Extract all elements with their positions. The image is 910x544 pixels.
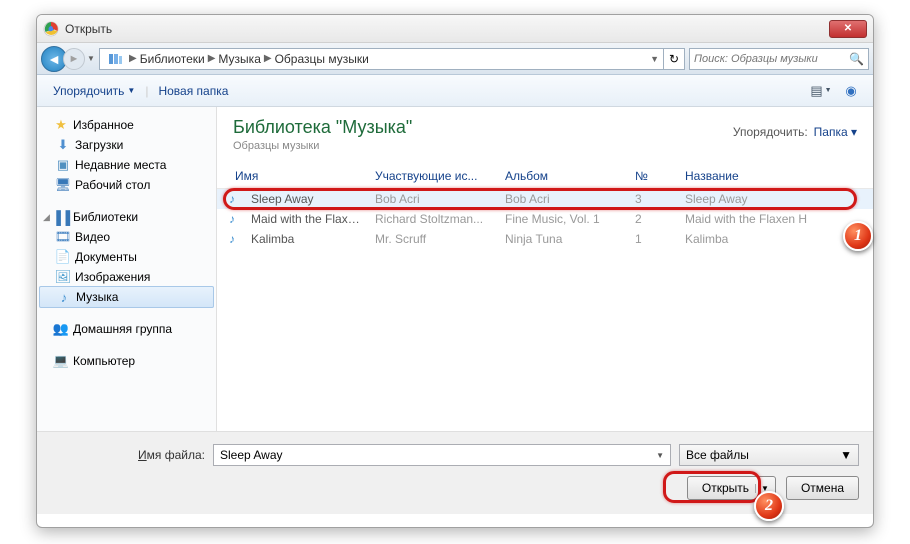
homegroup-icon: 👥 [53, 321, 69, 337]
libraries-icon [107, 51, 123, 67]
recent-icon: ▣ [55, 157, 71, 173]
video-icon: 🎞 [55, 229, 71, 245]
sidebar-downloads[interactable]: ⬇Загрузки [37, 135, 216, 155]
library-subtitle: Образцы музыки [233, 140, 412, 152]
sidebar-images[interactable]: 🖼Изображения [37, 267, 216, 287]
sort-control: Упорядочить: Папка ▾ [733, 125, 857, 139]
breadcrumb-libraries[interactable]: Библиотеки [140, 52, 205, 66]
col-title[interactable]: Название [679, 166, 861, 186]
sort-dropdown[interactable]: Папка ▾ [814, 125, 857, 139]
sidebar-recent[interactable]: ▣Недавние места [37, 155, 216, 175]
breadcrumb-music[interactable]: Музыка [218, 52, 260, 66]
sidebar-documents[interactable]: 📄Документы [37, 247, 216, 267]
desktop-icon: 🖥 [55, 177, 71, 193]
filename-label: Имя файла: [51, 448, 205, 462]
file-dialog: Открыть ✕ ◄ ► ▼ ▶ Библиотеки ▶ Музыка ▶ … [36, 14, 874, 528]
search-icon: 🔍 [849, 52, 864, 66]
col-album[interactable]: Альбом [499, 166, 629, 186]
document-icon: 📄 [55, 249, 71, 265]
libraries-icon: ▐▐ [53, 209, 69, 225]
computer-icon: 💻 [53, 353, 69, 369]
column-headers: Имя Участвующие ис... Альбом № Название [217, 162, 873, 189]
chevron-down-icon: ▼ [127, 86, 135, 95]
sidebar-favorites[interactable]: ★Избранное [37, 115, 216, 135]
search-box[interactable]: 🔍 [689, 48, 869, 70]
main-panel: Библиотека "Музыка" Образцы музыки Упоря… [217, 107, 873, 431]
chevron-right-icon[interactable]: ▶ [208, 53, 216, 64]
chevron-right-icon[interactable]: ▶ [264, 53, 272, 64]
breadcrumb-samples[interactable]: Образцы музыки [275, 52, 369, 66]
close-button[interactable]: ✕ [829, 20, 867, 38]
chrome-icon [43, 21, 59, 37]
chevron-down-icon: ▼ [840, 448, 852, 462]
nav-forward-button: ► [63, 48, 85, 70]
sidebar-libraries[interactable]: ◢▐▐Библиотеки [37, 207, 216, 227]
refresh-button[interactable]: ↻ [663, 48, 685, 70]
cancel-button[interactable]: Отмена [786, 476, 859, 500]
chevron-right-icon[interactable]: ▶ [129, 53, 137, 64]
col-name[interactable]: Имя [229, 166, 369, 186]
badge-1: 1 [843, 221, 873, 251]
filetype-dropdown[interactable]: Все файлы▼ [679, 444, 859, 466]
music-icon: ♪ [56, 289, 72, 305]
star-icon: ★ [53, 117, 69, 133]
sidebar-video[interactable]: 🎞Видео [37, 227, 216, 247]
library-title: Библиотека "Музыка" [233, 117, 412, 138]
music-file-icon: ♪ [229, 232, 245, 246]
new-folder-button[interactable]: Новая папка [152, 80, 234, 102]
sidebar-music[interactable]: ♪Музыка [39, 286, 214, 308]
search-input[interactable] [694, 53, 849, 65]
col-number[interactable]: № [629, 166, 679, 186]
toolbar: Упорядочить▼ | Новая папка ▤▼ ◉ [37, 75, 873, 107]
titlebar: Открыть ✕ [37, 15, 873, 43]
music-file-icon: ♪ [229, 192, 245, 206]
image-icon: 🖼 [55, 269, 71, 285]
file-row[interactable]: ♪ Kalimba Mr. Scruff Ninja Tuna 1 Kalimb… [217, 229, 873, 249]
col-artist[interactable]: Участвующие ис... [369, 166, 499, 186]
window-title: Открыть [65, 22, 829, 36]
breadcrumb[interactable]: ▶ Библиотеки ▶ Музыка ▶ Образцы музыки ▼ [99, 48, 664, 70]
organize-button[interactable]: Упорядочить▼ [47, 80, 141, 102]
chevron-down-icon[interactable]: ▼ [656, 451, 664, 460]
file-row[interactable]: ♪ Maid with the Flaxe... Richard Stoltzm… [217, 209, 873, 229]
sidebar-desktop[interactable]: 🖥Рабочий стол [37, 175, 216, 195]
sidebar-homegroup[interactable]: 👥Домашняя группа [37, 319, 216, 339]
music-file-icon: ♪ [229, 212, 245, 226]
download-icon: ⬇ [55, 137, 71, 153]
view-options-button[interactable]: ▤▼ [809, 80, 833, 102]
sidebar: ★Избранное ⬇Загрузки ▣Недавние места 🖥Ра… [37, 107, 217, 431]
filename-input[interactable]: Sleep Away▼ [213, 444, 671, 466]
file-row[interactable]: ♪ Sleep Away Bob Acri Bob Acri 3 Sleep A… [217, 189, 873, 209]
bottom-panel: Имя файла: Sleep Away▼ Все файлы▼ Открыт… [37, 431, 873, 514]
badge-2: 2 [754, 491, 784, 521]
help-button[interactable]: ◉ [839, 80, 863, 102]
sidebar-computer[interactable]: 💻Компьютер [37, 351, 216, 371]
chevron-down-icon[interactable]: ▼ [650, 54, 659, 64]
navbar: ◄ ► ▼ ▶ Библиотеки ▶ Музыка ▶ Образцы му… [37, 43, 873, 75]
nav-history-dropdown[interactable]: ▼ [85, 46, 97, 72]
